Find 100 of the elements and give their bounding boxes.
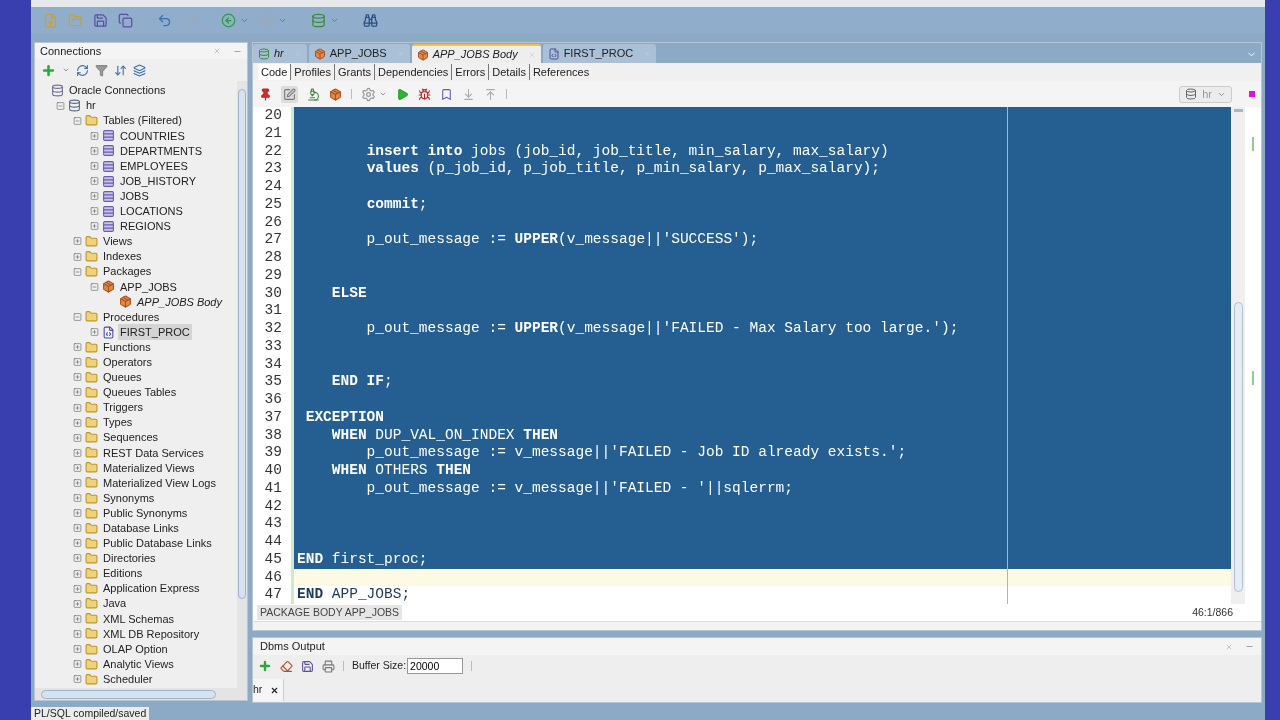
arrow-down-icon[interactable] [462,87,475,101]
dropdown-caret-icon[interactable] [379,90,387,98]
expand-icon[interactable] [73,357,82,368]
tree-item[interactable]: Queues Tables [101,384,179,401]
close-icon[interactable] [270,685,280,695]
tree-item[interactable]: COUNTRIES [118,127,187,145]
tree-item[interactable]: Triggers [101,399,145,416]
expand-icon[interactable] [73,462,82,473]
expand-icon[interactable] [73,236,82,247]
tree-item[interactable]: Queues [101,369,144,386]
tree-item[interactable]: hr [84,97,98,114]
collapse-icon[interactable] [56,100,65,111]
add-icon[interactable] [258,659,272,673]
tree-item[interactable]: Sequences [101,429,161,446]
editor-tab[interactable]: APP_JOBS Body [411,44,541,63]
microscope-icon[interactable] [307,87,320,101]
expand-icon[interactable] [73,674,82,685]
expand-icon[interactable] [90,176,99,187]
sub-tab[interactable]: References [528,63,593,81]
tree-item[interactable]: JOB_HISTORY [118,172,198,190]
sub-tab[interactable]: Grants [334,63,374,81]
tree-item[interactable]: Functions [101,338,153,356]
save-icon[interactable] [301,659,314,673]
collapse-icon[interactable] [90,281,99,292]
tree-item[interactable]: Tables (Filtered) [101,112,184,129]
tree-item[interactable]: Packages [101,263,154,280]
eraser-icon[interactable] [280,659,293,673]
refresh-icon[interactable] [76,63,89,77]
layers-icon[interactable] [133,63,146,77]
horizontal-scrollbar[interactable] [35,688,247,700]
expand-icon[interactable] [90,130,99,141]
gear-icon[interactable] [361,86,376,102]
binoculars-icon[interactable] [363,13,378,28]
output-tab[interactable]: hr [253,679,285,701]
pin-icon[interactable] [259,87,272,101]
dropdown-caret-icon[interactable] [240,16,249,25]
tree-item[interactable]: Database Links [101,520,181,537]
expand-icon[interactable] [73,583,82,594]
tree-item[interactable]: Analytic Views [101,655,176,673]
tree-item[interactable]: LOCATIONS [118,203,185,220]
tree-item[interactable]: XML Schemas [101,610,177,628]
filter-icon[interactable] [95,63,108,77]
printer-icon[interactable] [322,659,335,673]
collapse-icon[interactable] [73,115,82,126]
sub-tab[interactable]: Profiles [290,63,334,81]
sub-tab[interactable]: Code [258,63,291,81]
expand-icon[interactable] [73,251,82,262]
tree-item[interactable]: Materialized Views [101,459,197,477]
buffer-size-field[interactable]: 20000 [407,658,464,674]
expand-icon[interactable] [73,659,82,670]
expand-icon[interactable] [90,221,99,232]
sub-tab[interactable]: Dependencies [374,63,452,81]
run-icon[interactable] [396,87,409,101]
tree-item[interactable]: Materialized View Logs [101,474,218,492]
bug-icon[interactable] [418,87,431,101]
expand-icon[interactable] [90,206,99,217]
tree-item[interactable]: EMPLOYEES [118,157,190,175]
dropdown-caret-icon[interactable] [62,66,70,74]
tree-item[interactable]: Public Synonyms [101,504,190,522]
save-all-icon[interactable] [118,13,133,28]
tree-item[interactable]: Procedures [101,308,162,326]
dropdown-caret-icon[interactable] [330,16,339,25]
expand-icon[interactable] [73,523,82,534]
arrow-up-icon[interactable] [484,87,497,101]
collapse-icon[interactable] [73,266,82,277]
vertical-scrollbar[interactable] [237,81,247,688]
tree-item[interactable]: APP_JOBS [118,278,179,295]
save-icon[interactable] [93,13,108,28]
expand-icon[interactable] [73,478,82,488]
tree-item[interactable]: FIRST_PROC [118,323,192,341]
tree-item[interactable]: Operators [101,354,154,371]
tree-item[interactable]: Editions [101,565,145,582]
tree-item[interactable]: Indexes [101,248,144,265]
sub-tab[interactable]: Errors [451,63,489,81]
expand-icon[interactable] [73,613,82,624]
expand-icon[interactable] [73,402,82,413]
expand-icon[interactable] [90,161,99,171]
tree-item[interactable]: Synonyms [101,489,157,507]
expand-icon[interactable] [73,493,82,504]
expand-icon[interactable] [73,553,82,564]
tree-item[interactable]: APP_JOBS Body [135,293,224,311]
tree-item[interactable]: Types [101,414,135,431]
tree-item[interactable]: Scheduler [101,670,155,688]
expand-icon[interactable] [73,342,82,353]
tree-item[interactable]: Views [101,233,135,250]
tree-item[interactable]: Directories [101,550,158,567]
tree-item[interactable]: Public Database Links [101,535,214,552]
breadcrumb[interactable]: PACKAGE BODY APP_JOBS [257,604,403,621]
expand-icon[interactable] [90,145,99,156]
package-icon[interactable] [329,87,342,101]
editor-tab[interactable]: hr [253,44,307,63]
expand-icon[interactable] [73,387,82,398]
tree-item[interactable]: XML DB Repository [101,625,202,643]
expand-icon[interactable] [73,447,82,458]
sub-tab[interactable]: Details [488,63,529,81]
add-icon[interactable] [41,62,56,78]
expand-icon[interactable] [73,568,82,579]
tree-item[interactable]: REGIONS [118,218,173,235]
expand-icon[interactable] [73,538,82,549]
expand-icon[interactable] [73,417,82,428]
